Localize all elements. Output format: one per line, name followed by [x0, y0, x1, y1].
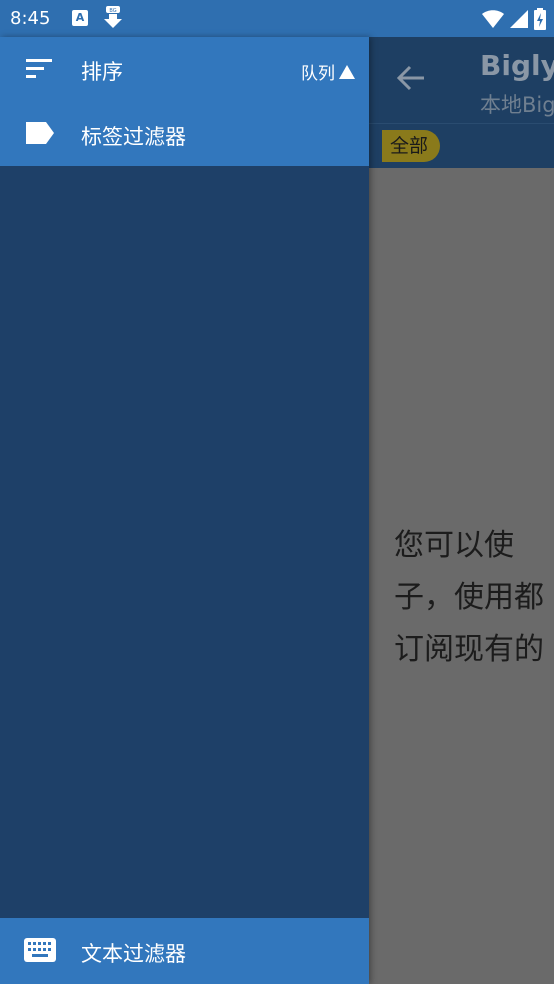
sort-label: 排序 [81, 60, 123, 84]
status-bar: 8:45 A BG [0, 0, 554, 37]
keyboard-icon [24, 938, 56, 966]
text-filter-row[interactable]: 文本过滤器 [0, 918, 369, 984]
drawer-header: 排序 队列 标签过滤器 [0, 37, 369, 166]
sort-row[interactable]: 排序 队列 [0, 37, 369, 101]
sort-direction-toggle[interactable]: 队列 [301, 59, 355, 84]
sort-ascending-icon [339, 64, 355, 79]
label-tag-icon [24, 120, 56, 150]
sort-value-label: 队列 [301, 64, 335, 84]
app-title: Biglyl [480, 49, 554, 82]
app-subtitle: 本地Big [480, 93, 554, 117]
sort-icon [24, 55, 54, 87]
signal-icon [510, 10, 528, 28]
empty-state-message: 您可以使 子，使用都 订阅现有的 [394, 528, 544, 667]
text-filter-label: 文本过滤器 [81, 942, 186, 966]
tag-filter-row[interactable]: 标签过滤器 [0, 102, 369, 166]
back-arrow-icon[interactable] [396, 65, 426, 95]
navigation-drawer: 排序 队列 标签过滤器 文本过滤器 [0, 37, 369, 984]
tag-filter-label: 标签过滤器 [81, 125, 186, 149]
notification-a-icon: A [72, 10, 88, 26]
system-icons [482, 8, 546, 30]
tag-chip-all[interactable]: 全部 [382, 130, 441, 162]
download-badge-text: BG [109, 8, 116, 14]
battery-charging-icon [534, 8, 546, 30]
wifi-icon [482, 10, 504, 28]
status-time: 8:45 [10, 8, 51, 29]
download-notification-icon: BG [102, 6, 124, 34]
